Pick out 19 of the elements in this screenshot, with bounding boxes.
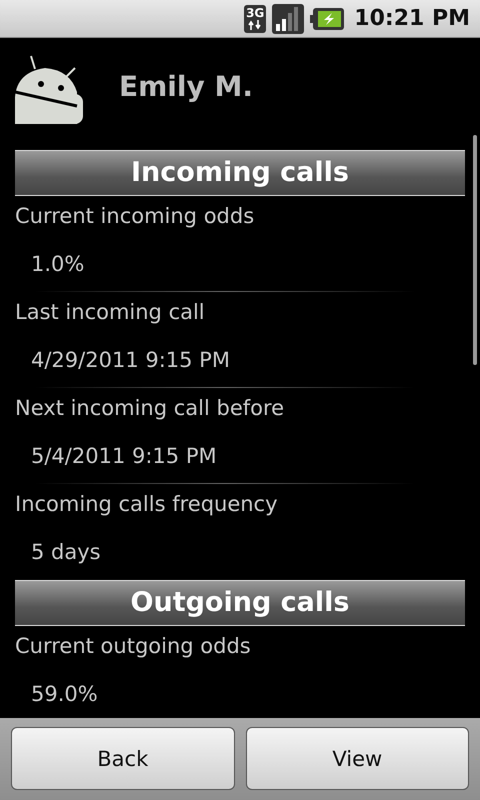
action-button[interactable]: Back [11, 727, 234, 790]
item-label: Last incoming call [15, 299, 206, 326]
item-value: 1.0% [30, 251, 86, 276]
battery-charging-icon [310, 8, 344, 30]
item-value: 4/29/2011 9:15 PM [30, 347, 231, 372]
section-header: Outgoing calls [15, 580, 465, 626]
contact-name: Emily M. [119, 70, 253, 102]
network-type-icon: 3G [244, 4, 266, 32]
section-header: Incoming calls [15, 150, 465, 196]
action-button[interactable]: View [246, 727, 469, 790]
item-label: Current outgoing odds [15, 633, 252, 660]
item-value: 5 days [30, 539, 102, 564]
signal-icon [272, 4, 304, 34]
item-value: 59.0% [30, 681, 99, 706]
clock-time: 10:21 PM [354, 6, 470, 31]
item-label: Incoming calls frequency [15, 491, 279, 518]
item-value: 5/4/2011 9:15 PM [30, 443, 218, 468]
item-label: Current incoming odds [15, 203, 256, 230]
item-label: Next incoming call before [15, 395, 286, 422]
